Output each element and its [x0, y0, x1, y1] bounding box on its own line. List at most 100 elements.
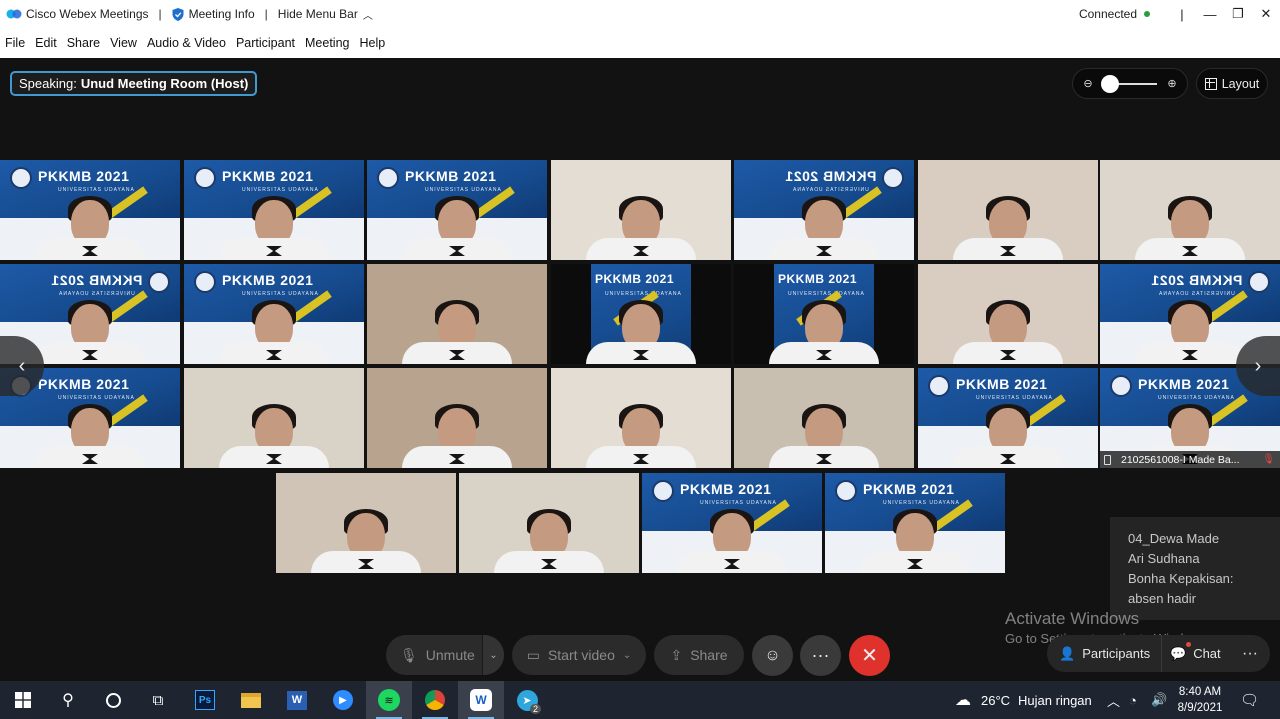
menu-help[interactable]: Help: [359, 36, 385, 50]
webex-icon: W: [470, 689, 492, 711]
layout-button[interactable]: Layout: [1196, 68, 1268, 99]
network-button[interactable]: ◔: [1129, 681, 1137, 719]
start-button[interactable]: [0, 681, 46, 719]
cortana-circle-icon: [105, 692, 121, 708]
notifications-button[interactable]: 🗨: [1240, 681, 1259, 719]
zoom-in-icon[interactable]: ⊕: [1165, 77, 1179, 90]
taskbar-word[interactable]: W: [274, 681, 320, 719]
taskbar-webex[interactable]: W: [458, 681, 504, 719]
banner-subtitle: UNIVERSITAS UDAYANA: [425, 187, 502, 193]
taskbar-zoom[interactable]: ▶: [320, 681, 366, 719]
cortana-button[interactable]: [90, 681, 136, 719]
university-seal-icon: [194, 167, 216, 189]
banner-subtitle: UNIVERSITAS UDAYANA: [605, 291, 682, 297]
participant-video-tile[interactable]: PKKMB 2021 UNIVERSITAS UDAYANA: [184, 264, 364, 364]
participant-video-tile[interactable]: [276, 473, 456, 573]
participant-video-tile[interactable]: [918, 160, 1098, 260]
zoom-slider-knob[interactable]: [1101, 74, 1119, 93]
participant-video-tile[interactable]: [1100, 160, 1280, 260]
start-video-button[interactable]: ▭ Start video ⌄: [512, 635, 646, 675]
participant-video-tile[interactable]: PKKMB 2021 UNIVERSITAS UDAYANA: [734, 264, 914, 364]
participant-figure: [219, 300, 329, 364]
chevron-down-icon[interactable]: ⌄: [623, 650, 631, 661]
title-bar: Cisco Webex Meetings | Meeting Info | Hi…: [0, 0, 1280, 28]
participant-video-tile[interactable]: [184, 368, 364, 468]
participant-figure: [1135, 300, 1245, 364]
speaking-indicator[interactable]: Speaking: Unud Meeting Room (Host): [10, 71, 258, 96]
participant-figure: [35, 404, 145, 468]
participant-video-tile[interactable]: PKKMB 2021 UNIVERSITAS UDAYANA: [367, 160, 547, 260]
participant-video-tile[interactable]: PKKMB 2021 UNIVERSITAS UDAYANA: [734, 160, 914, 260]
more-panels-button[interactable]: ···: [1230, 635, 1270, 672]
unmute-label: Unmute: [425, 647, 475, 663]
hide-menu-bar-label: Hide Menu Bar: [277, 7, 358, 21]
banner-title: PKKMB 2021: [680, 481, 772, 497]
participant-video-tile[interactable]: [918, 264, 1098, 364]
task-view-button[interactable]: ⧉: [135, 681, 181, 719]
show-hidden-icons-button[interactable]: ︿: [1107, 681, 1120, 719]
chat-line: Bonha Kepakisan:: [1128, 571, 1234, 586]
audio-options-dropdown[interactable]: ⌄: [482, 635, 504, 675]
banner-title: PKKMB 2021: [595, 272, 675, 286]
volume-button[interactable]: 🔊: [1151, 681, 1167, 719]
taskbar-chrome[interactable]: [412, 681, 458, 719]
participant-video-tile[interactable]: [367, 264, 547, 364]
unmute-button[interactable]: 🎙 Unmute ⌄: [386, 635, 504, 675]
university-seal-icon: [194, 271, 216, 293]
menu-file[interactable]: File: [5, 36, 25, 50]
participant-figure: [953, 196, 1063, 260]
zoom-slider[interactable]: [1101, 74, 1157, 93]
university-seal-icon: [1110, 375, 1132, 397]
participant-video-tile[interactable]: PKKMB 2021 UNIVERSITAS UDAYANA: [642, 473, 822, 573]
participant-video-tile[interactable]: [551, 160, 731, 260]
participants-label: Participants: [1082, 646, 1151, 661]
zoom-out-icon[interactable]: ⊖: [1081, 77, 1095, 90]
watermark-title: Activate Windows: [1005, 609, 1140, 628]
restore-button[interactable]: ❐: [1224, 0, 1252, 28]
menu-meeting[interactable]: Meeting: [305, 36, 349, 50]
taskbar-file-explorer[interactable]: [228, 681, 274, 719]
chat-button[interactable]: 💬 Chat: [1161, 635, 1230, 672]
participant-video-tile[interactable]: [551, 368, 731, 468]
participants-button[interactable]: 👤 Participants: [1047, 635, 1161, 672]
hide-menu-bar-button[interactable]: Hide Menu Bar ︿: [274, 0, 377, 28]
weather-widget[interactable]: ☁ 26°C Hujan ringan: [955, 681, 1092, 719]
participant-video-tile[interactable]: [734, 368, 914, 468]
banner-title: PKKMB 2021: [1150, 272, 1242, 288]
menu-share[interactable]: Share: [67, 36, 100, 50]
minimize-button[interactable]: —: [1196, 0, 1224, 28]
participant-video-tile[interactable]: [459, 473, 639, 573]
banner-title: PKKMB 2021: [50, 272, 142, 288]
leave-meeting-button[interactable]: ✕: [849, 635, 890, 676]
participant-video-tile[interactable]: PKKMB 2021 UNIVERSITAS UDAYANA: [551, 264, 731, 364]
participant-video-tile[interactable]: [367, 368, 547, 468]
more-options-button[interactable]: ···: [800, 635, 841, 676]
chat-notification[interactable]: 04_Dewa Made Ari Sudhana Bonha Kepakisan…: [1110, 517, 1280, 620]
menu-participant[interactable]: Participant: [236, 36, 295, 50]
banner-title: PKKMB 2021: [405, 168, 497, 184]
participant-figure: [769, 404, 879, 468]
participant-video-tile[interactable]: PKKMB 2021 UNIVERSITAS UDAYANA: [825, 473, 1005, 573]
participant-video-tile[interactable]: PKKMB 2021 UNIVERSITAS UDAYANA: [918, 368, 1098, 468]
banner-subtitle: UNIVERSITAS UDAYANA: [788, 291, 865, 297]
menu-edit[interactable]: Edit: [35, 36, 57, 50]
search-button[interactable]: ⚲: [45, 681, 91, 719]
title-separator: |: [264, 7, 268, 21]
banner-title: PKKMB 2021: [38, 168, 130, 184]
menu-audio-video[interactable]: Audio & Video: [147, 36, 226, 50]
taskbar-photoshop[interactable]: Ps: [182, 681, 228, 719]
taskbar-spotify[interactable]: ≋: [366, 681, 412, 719]
meeting-info-button[interactable]: Meeting Info: [168, 0, 259, 28]
participant-video-tile[interactable]: PKKMB 2021 UNIVERSITAS UDAYANA: [184, 160, 364, 260]
menu-view[interactable]: View: [110, 36, 137, 50]
reactions-button[interactable]: ☺: [752, 635, 793, 676]
banner-title: PKKMB 2021: [222, 272, 314, 288]
share-button[interactable]: ⇪ Share: [654, 635, 744, 675]
person-icon: 👤: [1059, 645, 1076, 661]
taskbar-telegram[interactable]: ➤ 2: [504, 681, 550, 719]
close-window-button[interactable]: ✕: [1252, 0, 1280, 28]
university-seal-icon: [148, 271, 170, 293]
participant-video-tile[interactable]: PKKMB 2021 UNIVERSITAS UDAYANA: [0, 160, 180, 260]
participant-figure: [1135, 196, 1245, 260]
taskbar-clock[interactable]: 8:40 AM 8/9/2021: [1176, 684, 1224, 716]
